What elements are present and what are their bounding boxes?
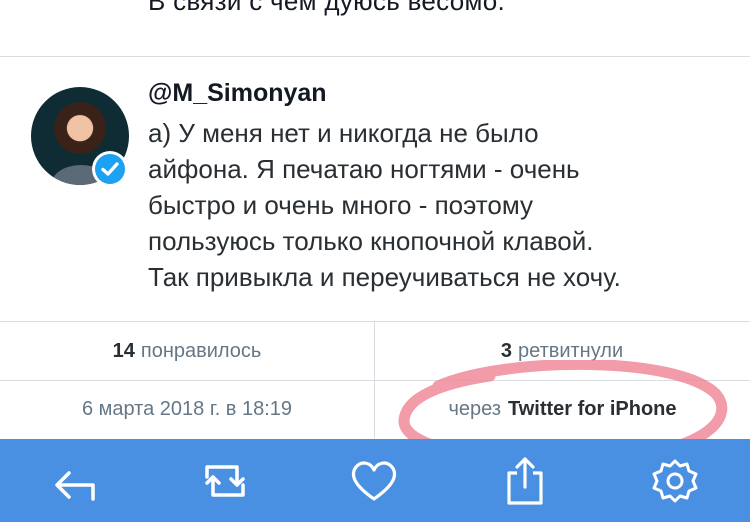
tweet-text: а) У меня нет и никогда не было айфона. … bbox=[148, 115, 728, 295]
heart-icon[interactable] bbox=[346, 455, 402, 507]
user-handle[interactable]: @M_Simonyan bbox=[148, 79, 327, 108]
retweets-stat[interactable]: 3 ретвитнули bbox=[375, 322, 749, 380]
client-source[interactable]: через Twitter for iPhone bbox=[375, 380, 750, 438]
likes-count: 14 bbox=[112, 339, 135, 362]
previous-tweet-text: В связи с чем дуюсь весомо. bbox=[148, 0, 505, 16]
retweets-count: 3 bbox=[500, 339, 512, 362]
tweet: @M_Simonyan а) У меня нет и никогда не б… bbox=[0, 57, 750, 321]
tweet-line: а) У меня нет и никогда не было bbox=[148, 118, 539, 148]
tweet-stats: 14 понравилось 3 ретвитнули bbox=[0, 321, 750, 381]
tweet-line: айфона. Я печатаю ногтями - очень bbox=[148, 154, 580, 184]
likes-label: понравилось bbox=[140, 339, 262, 362]
retweets-label: ретвитнули bbox=[517, 339, 624, 362]
via-label: через bbox=[448, 397, 501, 420]
tweet-toolbar bbox=[0, 439, 750, 522]
tweet-line: пользуюсь только кнопочной клавой. bbox=[148, 226, 594, 256]
client-name: Twitter for iPhone bbox=[508, 397, 677, 420]
previous-tweet[interactable]: В связи с чем дуюсь весомо. bbox=[0, 0, 750, 57]
verified-badge-icon bbox=[92, 151, 128, 187]
tweet-line: быстро и очень много - поэтому bbox=[148, 190, 534, 220]
timestamp: 6 марта 2018 г. в 18:19 bbox=[0, 380, 375, 438]
tweet-line: Так привыкла и переучиваться не хочу. bbox=[148, 262, 621, 292]
share-icon[interactable] bbox=[497, 455, 553, 507]
retweet-icon[interactable] bbox=[197, 455, 253, 507]
tweet-meta: 6 марта 2018 г. в 18:19 через Twitter fo… bbox=[0, 380, 750, 438]
settings-icon[interactable] bbox=[647, 455, 703, 507]
reply-icon[interactable] bbox=[47, 455, 103, 507]
likes-stat[interactable]: 14 понравилось bbox=[0, 322, 375, 380]
